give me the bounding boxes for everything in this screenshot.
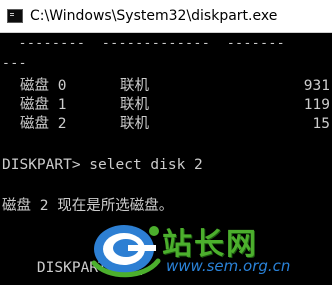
watermark-logo-icon xyxy=(91,225,161,278)
console-app-icon xyxy=(7,9,23,23)
disk-size: 15 xyxy=(312,116,330,132)
command-line: DISKPART> select disk 2 xyxy=(2,157,203,173)
result-message: 磁盘 2 现在是所选磁盘。 xyxy=(2,198,174,214)
watermark-url: www.sem.org.cn xyxy=(166,257,291,275)
header-dashes: -------- ------------- ------- xyxy=(2,36,286,51)
disk-status: 联机 xyxy=(120,116,149,132)
disk-row: 磁盘 2 联机 15 xyxy=(2,113,332,135)
window-title: C:\Windows\System32\diskpart.exe xyxy=(30,8,278,24)
watermark: 站长网 www.sem.org.cn xyxy=(88,217,328,279)
disk-name: 磁盘 2 xyxy=(20,116,67,132)
title-bar: C:\Windows\System32\diskpart.exe xyxy=(0,0,332,33)
header-dashes-wrap: --- xyxy=(2,56,27,71)
